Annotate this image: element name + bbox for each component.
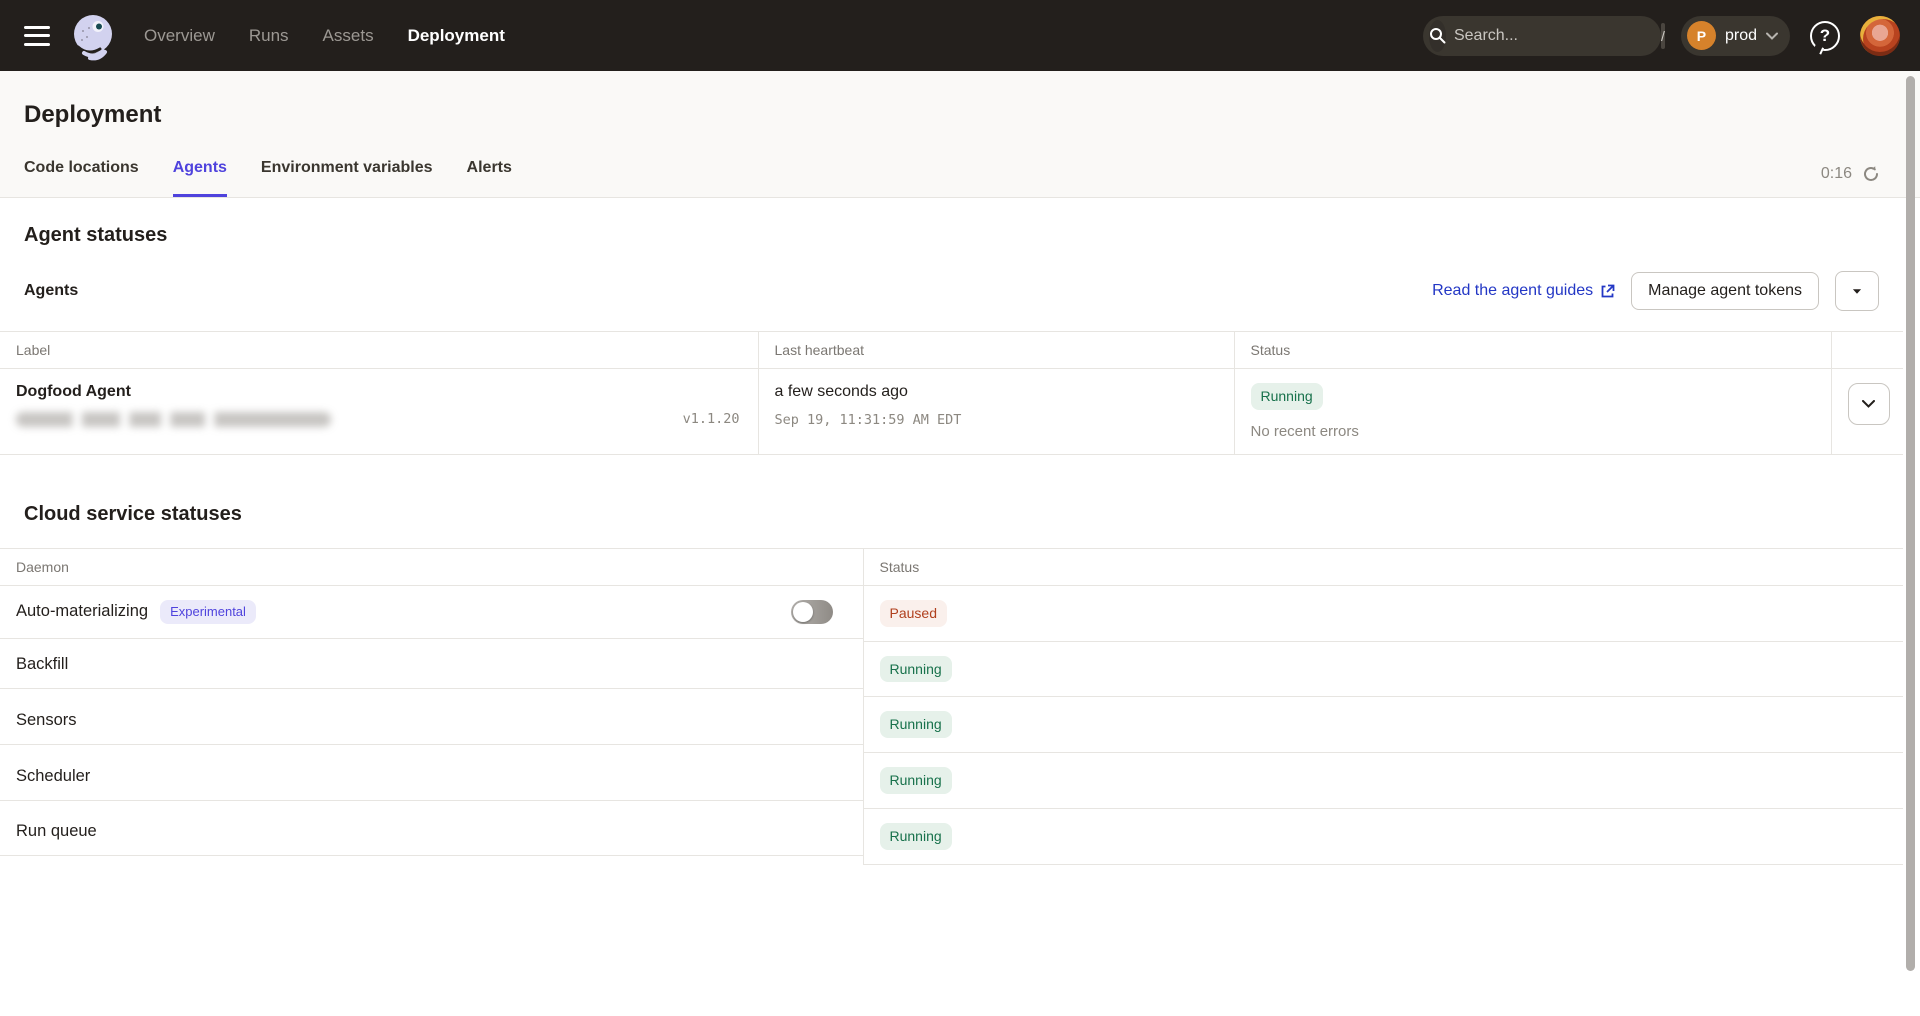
daemon-status-badge: Running (880, 823, 952, 850)
cloud-table-header-row: Daemon Status (0, 548, 1903, 585)
daemon-status-badge: Running (880, 656, 952, 683)
dagster-logo-icon[interactable] (68, 11, 118, 61)
experimental-badge: Experimental (160, 600, 256, 624)
daemon-status-badge: Running (880, 711, 952, 738)
daemon-label: Scheduler (16, 767, 90, 786)
tab-code-locations[interactable]: Code locations (24, 159, 139, 197)
agent-guides-link[interactable]: Read the agent guides (1432, 282, 1615, 300)
col-header-daemon: Daemon (0, 548, 863, 585)
col-header-actions (1831, 332, 1903, 369)
daemon-label: Sensors (16, 711, 77, 730)
page-title: Deployment (24, 101, 1880, 129)
primary-nav: Overview Runs Assets Deployment (144, 26, 505, 46)
agent-row-expand-button[interactable] (1848, 383, 1890, 425)
agent-heartbeat-timestamp: Sep 19, 11:31:59 AM EDT (775, 412, 1218, 428)
refresh-icon[interactable] (1862, 165, 1880, 183)
agent-name: Dogfood Agent (16, 383, 742, 401)
agent-status-note: No recent errors (1251, 423, 1815, 440)
daemon-row-backfill: Backfill Running (0, 641, 1903, 697)
chevron-down-icon (1862, 400, 1875, 408)
col-header-last-heartbeat: Last heartbeat (758, 332, 1234, 369)
agent-row: Dogfood Agent v1.1.20 a few seconds ago … (0, 369, 1903, 455)
cloud-service-statuses-heading: Cloud service statuses (0, 455, 1903, 548)
search-input[interactable] (1454, 27, 1661, 45)
tab-environment-variables[interactable]: Environment variables (261, 159, 433, 197)
cloud-services-table: Daemon Status Auto-materializing Experim… (0, 548, 1903, 865)
agents-table-header-row: Label Last heartbeat Status (0, 332, 1903, 369)
top-navigation-bar: Overview Runs Assets Deployment / P prod… (0, 0, 1920, 71)
org-name: prod (1725, 27, 1757, 45)
daemon-status-badge: Running (880, 767, 952, 794)
nav-item-runs[interactable]: Runs (249, 26, 289, 46)
nav-item-overview[interactable]: Overview (144, 26, 215, 46)
search-box[interactable]: / (1423, 16, 1661, 56)
agent-statuses-heading: Agent statuses (0, 198, 1903, 247)
chevron-down-icon (1766, 32, 1778, 40)
auto-materializing-toggle[interactable] (791, 600, 833, 624)
org-switcher[interactable]: P prod (1681, 16, 1790, 56)
manage-agent-tokens-button[interactable]: Manage agent tokens (1631, 272, 1819, 310)
deployment-tabs: Code locations Agents Environment variab… (24, 159, 1880, 197)
daemon-row-scheduler: Scheduler Running (0, 753, 1903, 809)
nav-item-deployment[interactable]: Deployment (408, 26, 505, 46)
daemon-row-auto-materializing: Auto-materializing Experimental Paused (0, 585, 1903, 641)
tab-agents[interactable]: Agents (173, 159, 227, 197)
daemon-row-run-queue: Run queue Running (0, 808, 1903, 864)
agent-status-badge: Running (1251, 383, 1323, 410)
user-avatar[interactable] (1860, 16, 1900, 56)
caret-down-icon (1852, 288, 1862, 295)
col-header-label: Label (0, 332, 758, 369)
help-icon[interactable]: ? (1810, 21, 1840, 51)
org-avatar: P (1687, 21, 1716, 50)
col-header-daemon-status: Status (863, 548, 1903, 585)
agent-guides-link-label: Read the agent guides (1432, 282, 1593, 300)
tab-alerts[interactable]: Alerts (467, 159, 512, 197)
daemon-label: Run queue (16, 822, 97, 841)
refresh-countdown: 0:16 (1821, 165, 1852, 183)
agents-subtitle: Agents (24, 282, 78, 300)
nav-item-assets[interactable]: Assets (323, 26, 374, 46)
daemon-label: Backfill (16, 655, 68, 674)
daemon-status-badge: Paused (880, 600, 947, 627)
agent-actions-dropdown-button[interactable] (1835, 271, 1879, 311)
daemon-label: Auto-materializing (16, 602, 148, 621)
vertical-scrollbar[interactable] (1906, 76, 1915, 971)
agent-id-redacted (16, 412, 331, 427)
col-header-status: Status (1234, 332, 1831, 369)
daemon-row-sensors: Sensors Running (0, 697, 1903, 753)
page-header: Deployment Code locations Agents Environ… (0, 71, 1920, 198)
hamburger-menu-icon[interactable] (24, 26, 50, 46)
agents-table: Label Last heartbeat Status Dogfood Agen… (0, 331, 1903, 455)
search-shortcut-key: / (1661, 23, 1665, 49)
agent-version: v1.1.20 (683, 411, 742, 427)
search-icon (1429, 20, 1446, 52)
external-link-icon (1600, 284, 1615, 299)
agent-heartbeat-relative: a few seconds ago (775, 383, 1218, 401)
